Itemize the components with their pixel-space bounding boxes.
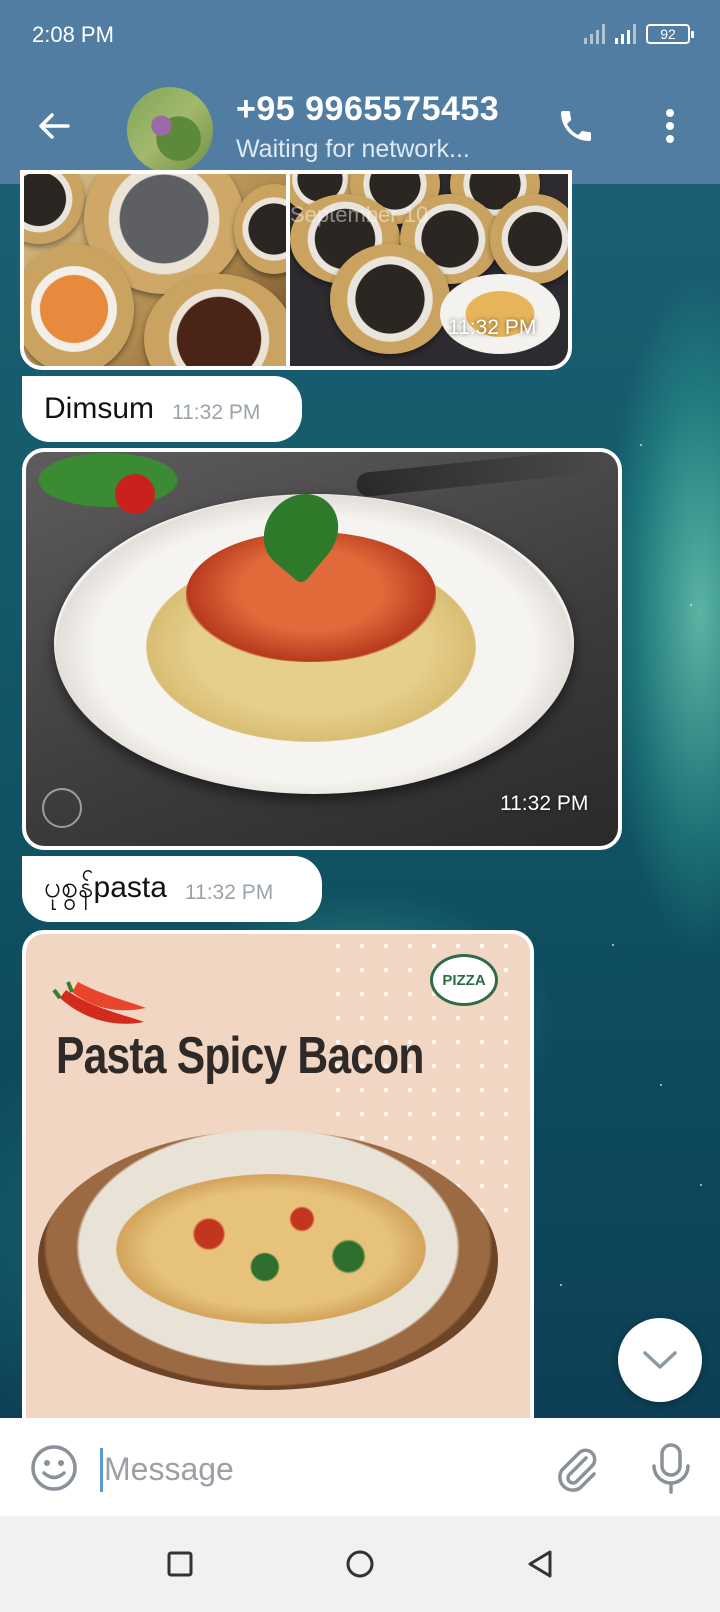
photo-message[interactable]: PIZZA Pasta Spicy Bacon	[22, 930, 534, 1430]
message-time: 11:32 PM	[184, 881, 274, 904]
text-message[interactable]: ပုစွန်pasta 11:32 PM	[22, 856, 322, 922]
status-time: 2:08 PM	[32, 22, 114, 47]
pizza-logo: PIZZA	[430, 954, 498, 1006]
signal-icon	[615, 24, 636, 44]
photo-message[interactable]: September 10 11:32 PM	[20, 170, 572, 370]
watermark-logo	[42, 788, 82, 828]
nav-back-icon[interactable]	[520, 1544, 560, 1584]
text-cursor	[100, 1448, 103, 1492]
promo-photo[interactable]: PIZZA Pasta Spicy Bacon	[26, 934, 530, 1426]
date-overlay: September 10	[290, 202, 429, 227]
nav-home-icon[interactable]	[340, 1544, 380, 1584]
scroll-down-button[interactable]	[618, 1318, 702, 1402]
pasta-photo[interactable]	[26, 452, 618, 846]
chat-header: 2:08 PM 92 +95 9965575453 Waiting for ne…	[0, 0, 720, 184]
status-icons: 92	[584, 24, 694, 44]
system-nav-bar	[0, 1516, 720, 1612]
contact-status: Waiting for network...	[236, 135, 470, 163]
message-text: Dimsum	[44, 392, 154, 425]
attach-icon[interactable]	[552, 1444, 600, 1492]
dimsum-photo-right[interactable]: September 10	[290, 174, 568, 366]
message-input[interactable]	[104, 1442, 524, 1496]
photo-message[interactable]: 11:32 PM	[22, 448, 622, 850]
message-input-bar	[0, 1418, 720, 1516]
avatar[interactable]	[127, 87, 213, 173]
more-vert-icon[interactable]	[664, 108, 676, 144]
promo-title: Pasta Spicy Bacon	[56, 1027, 424, 1085]
dimsum-photo-left[interactable]	[24, 174, 286, 366]
battery-icon: 92	[646, 24, 694, 44]
text-message[interactable]: Dimsum 11:32 PM	[22, 376, 302, 442]
chevron-down-icon	[643, 1351, 677, 1369]
phone-icon[interactable]	[556, 106, 596, 146]
nav-recents-icon[interactable]	[160, 1544, 200, 1584]
message-time: 11:32 PM	[448, 316, 537, 339]
contact-name[interactable]: +95 9965575453	[236, 90, 499, 129]
message-time: 11:32 PM	[500, 792, 589, 815]
signal-icon	[584, 24, 605, 44]
back-arrow-icon[interactable]	[36, 108, 72, 144]
emoji-icon[interactable]	[30, 1444, 78, 1492]
message-time: 11:32 PM	[172, 401, 261, 424]
message-text: ပုစွန်pasta	[44, 870, 167, 904]
mic-icon[interactable]	[650, 1442, 692, 1494]
